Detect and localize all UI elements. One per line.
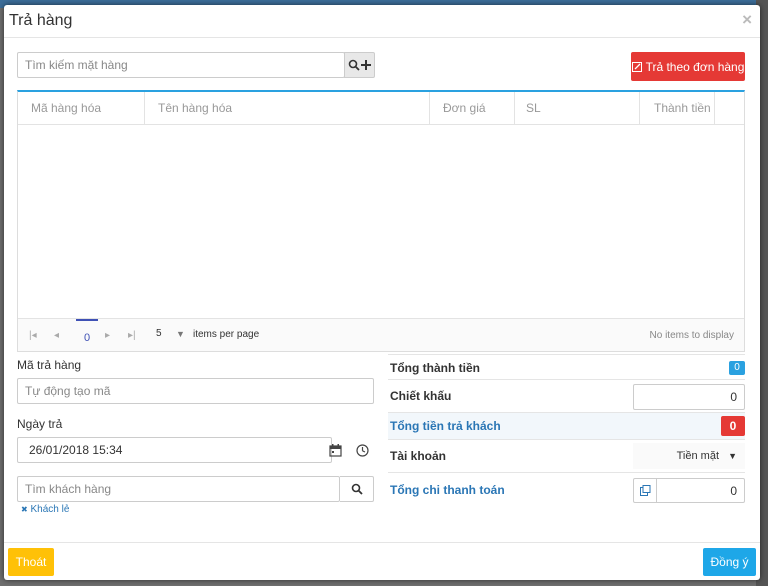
search-add-button[interactable]: [344, 52, 375, 78]
discount-input[interactable]: 0: [633, 384, 745, 410]
return-code-input[interactable]: Tự động tạo mã: [17, 378, 374, 404]
summary-discount-row: Chiết khấu 0: [388, 379, 745, 412]
clock-glyph: [355, 443, 369, 457]
customer-search-input[interactable]: Tìm khách hàng: [17, 476, 340, 502]
walk-in-customer-link[interactable]: ✖ Khách lẻ: [21, 504, 69, 515]
summary-account-row: Tài khoản Tiền mặt ▼: [388, 439, 745, 472]
column-header-code[interactable]: Mã hàng hóa: [18, 92, 145, 125]
copy-amount-button[interactable]: [633, 478, 657, 503]
summary-total-row: Tổng thành tiền 0: [388, 354, 745, 379]
clock-icon[interactable]: [350, 437, 374, 463]
no-items-message: No items to display: [649, 330, 734, 341]
return-date-label: Ngày trả: [17, 417, 63, 431]
column-header-actions: [715, 92, 744, 125]
next-page-icon[interactable]: ▸: [105, 330, 110, 341]
calendar-icon[interactable]: [324, 437, 346, 463]
account-select[interactable]: Tiền mặt ▼: [633, 443, 745, 469]
exit-button[interactable]: Thoát: [8, 548, 54, 576]
total-amount-badge: 0: [729, 361, 745, 375]
grid-pager: |◂ ◂ 0 ▸ ▸| 5 ▼ items per page No items …: [18, 318, 744, 351]
search-icon: [351, 483, 363, 495]
column-header-label: Mã hàng hóa: [31, 101, 102, 115]
confirm-button[interactable]: Đồng ý: [703, 548, 756, 576]
refund-total-label: Tổng tiền trả khách: [390, 419, 501, 433]
total-paid-label: Tổng chi thanh toán: [390, 483, 505, 497]
last-page-icon[interactable]: ▸|: [128, 330, 136, 341]
prev-page-icon[interactable]: ◂: [54, 330, 59, 341]
column-header-price[interactable]: Đơn giá: [430, 92, 515, 125]
chevron-down-icon: ▼: [728, 451, 737, 461]
column-header-label: Đơn giá: [443, 101, 486, 115]
edit-icon: [631, 61, 642, 72]
items-per-page-label: items per page: [193, 329, 260, 340]
return-goods-dialog: Trả hàng × Tìm kiếm mặt hàng Trả theo đơ…: [4, 5, 760, 580]
return-by-order-label: Trả theo đơn hàng: [645, 59, 745, 74]
column-header-label: Tên hàng hóa: [158, 101, 233, 115]
walk-in-customer-label: Khách lẻ: [30, 504, 70, 515]
page-size-select[interactable]: 5: [156, 328, 162, 339]
discount-label: Chiết khấu: [390, 389, 452, 403]
grid-header: Mã hàng hóa Tên hàng hóa Đơn giá SL Thàn…: [18, 92, 744, 125]
account-select-value: Tiền mặt: [676, 450, 720, 462]
return-date-input[interactable]: 26/01/2018 15:34: [17, 437, 332, 463]
current-page-button[interactable]: 0: [76, 319, 98, 351]
search-icon: [348, 59, 360, 71]
column-header-label: Thành tiền: [654, 101, 711, 115]
chevron-down-icon[interactable]: ▼: [176, 329, 185, 339]
account-label: Tài khoản: [390, 449, 447, 463]
close-icon[interactable]: ×: [742, 10, 752, 30]
dialog-header: Trả hàng ×: [4, 5, 760, 38]
total-paid-input[interactable]: 0: [656, 478, 745, 503]
column-header-amount[interactable]: Thành tiền: [640, 92, 715, 125]
column-header-name[interactable]: Tên hàng hóa: [145, 92, 430, 125]
remove-icon: ✖: [21, 505, 28, 514]
refund-total-badge: 0: [721, 416, 745, 436]
product-search-input[interactable]: Tìm kiếm mặt hàng: [17, 52, 345, 78]
column-header-label: SL: [526, 101, 541, 115]
return-by-order-button[interactable]: Trả theo đơn hàng: [631, 52, 745, 81]
total-amount-label: Tổng thành tiền: [390, 361, 480, 375]
summary-refund-row: Tổng tiền trả khách 0: [388, 412, 745, 439]
plus-icon: [361, 60, 371, 70]
copy-icon: [639, 485, 650, 496]
summary-paid-row: Tổng chi thanh toán 0: [388, 472, 745, 506]
column-header-qty[interactable]: SL: [515, 92, 640, 125]
dialog-footer: Thoát Đồng ý: [4, 542, 760, 580]
first-page-icon[interactable]: |◂: [29, 330, 37, 341]
calendar-glyph: [328, 443, 342, 457]
dialog-title: Trả hàng: [9, 12, 73, 29]
return-code-label: Mã trả hàng: [17, 358, 82, 372]
return-items-grid: Mã hàng hóa Tên hàng hóa Đơn giá SL Thàn…: [17, 90, 745, 352]
customer-search-button[interactable]: [340, 476, 374, 502]
